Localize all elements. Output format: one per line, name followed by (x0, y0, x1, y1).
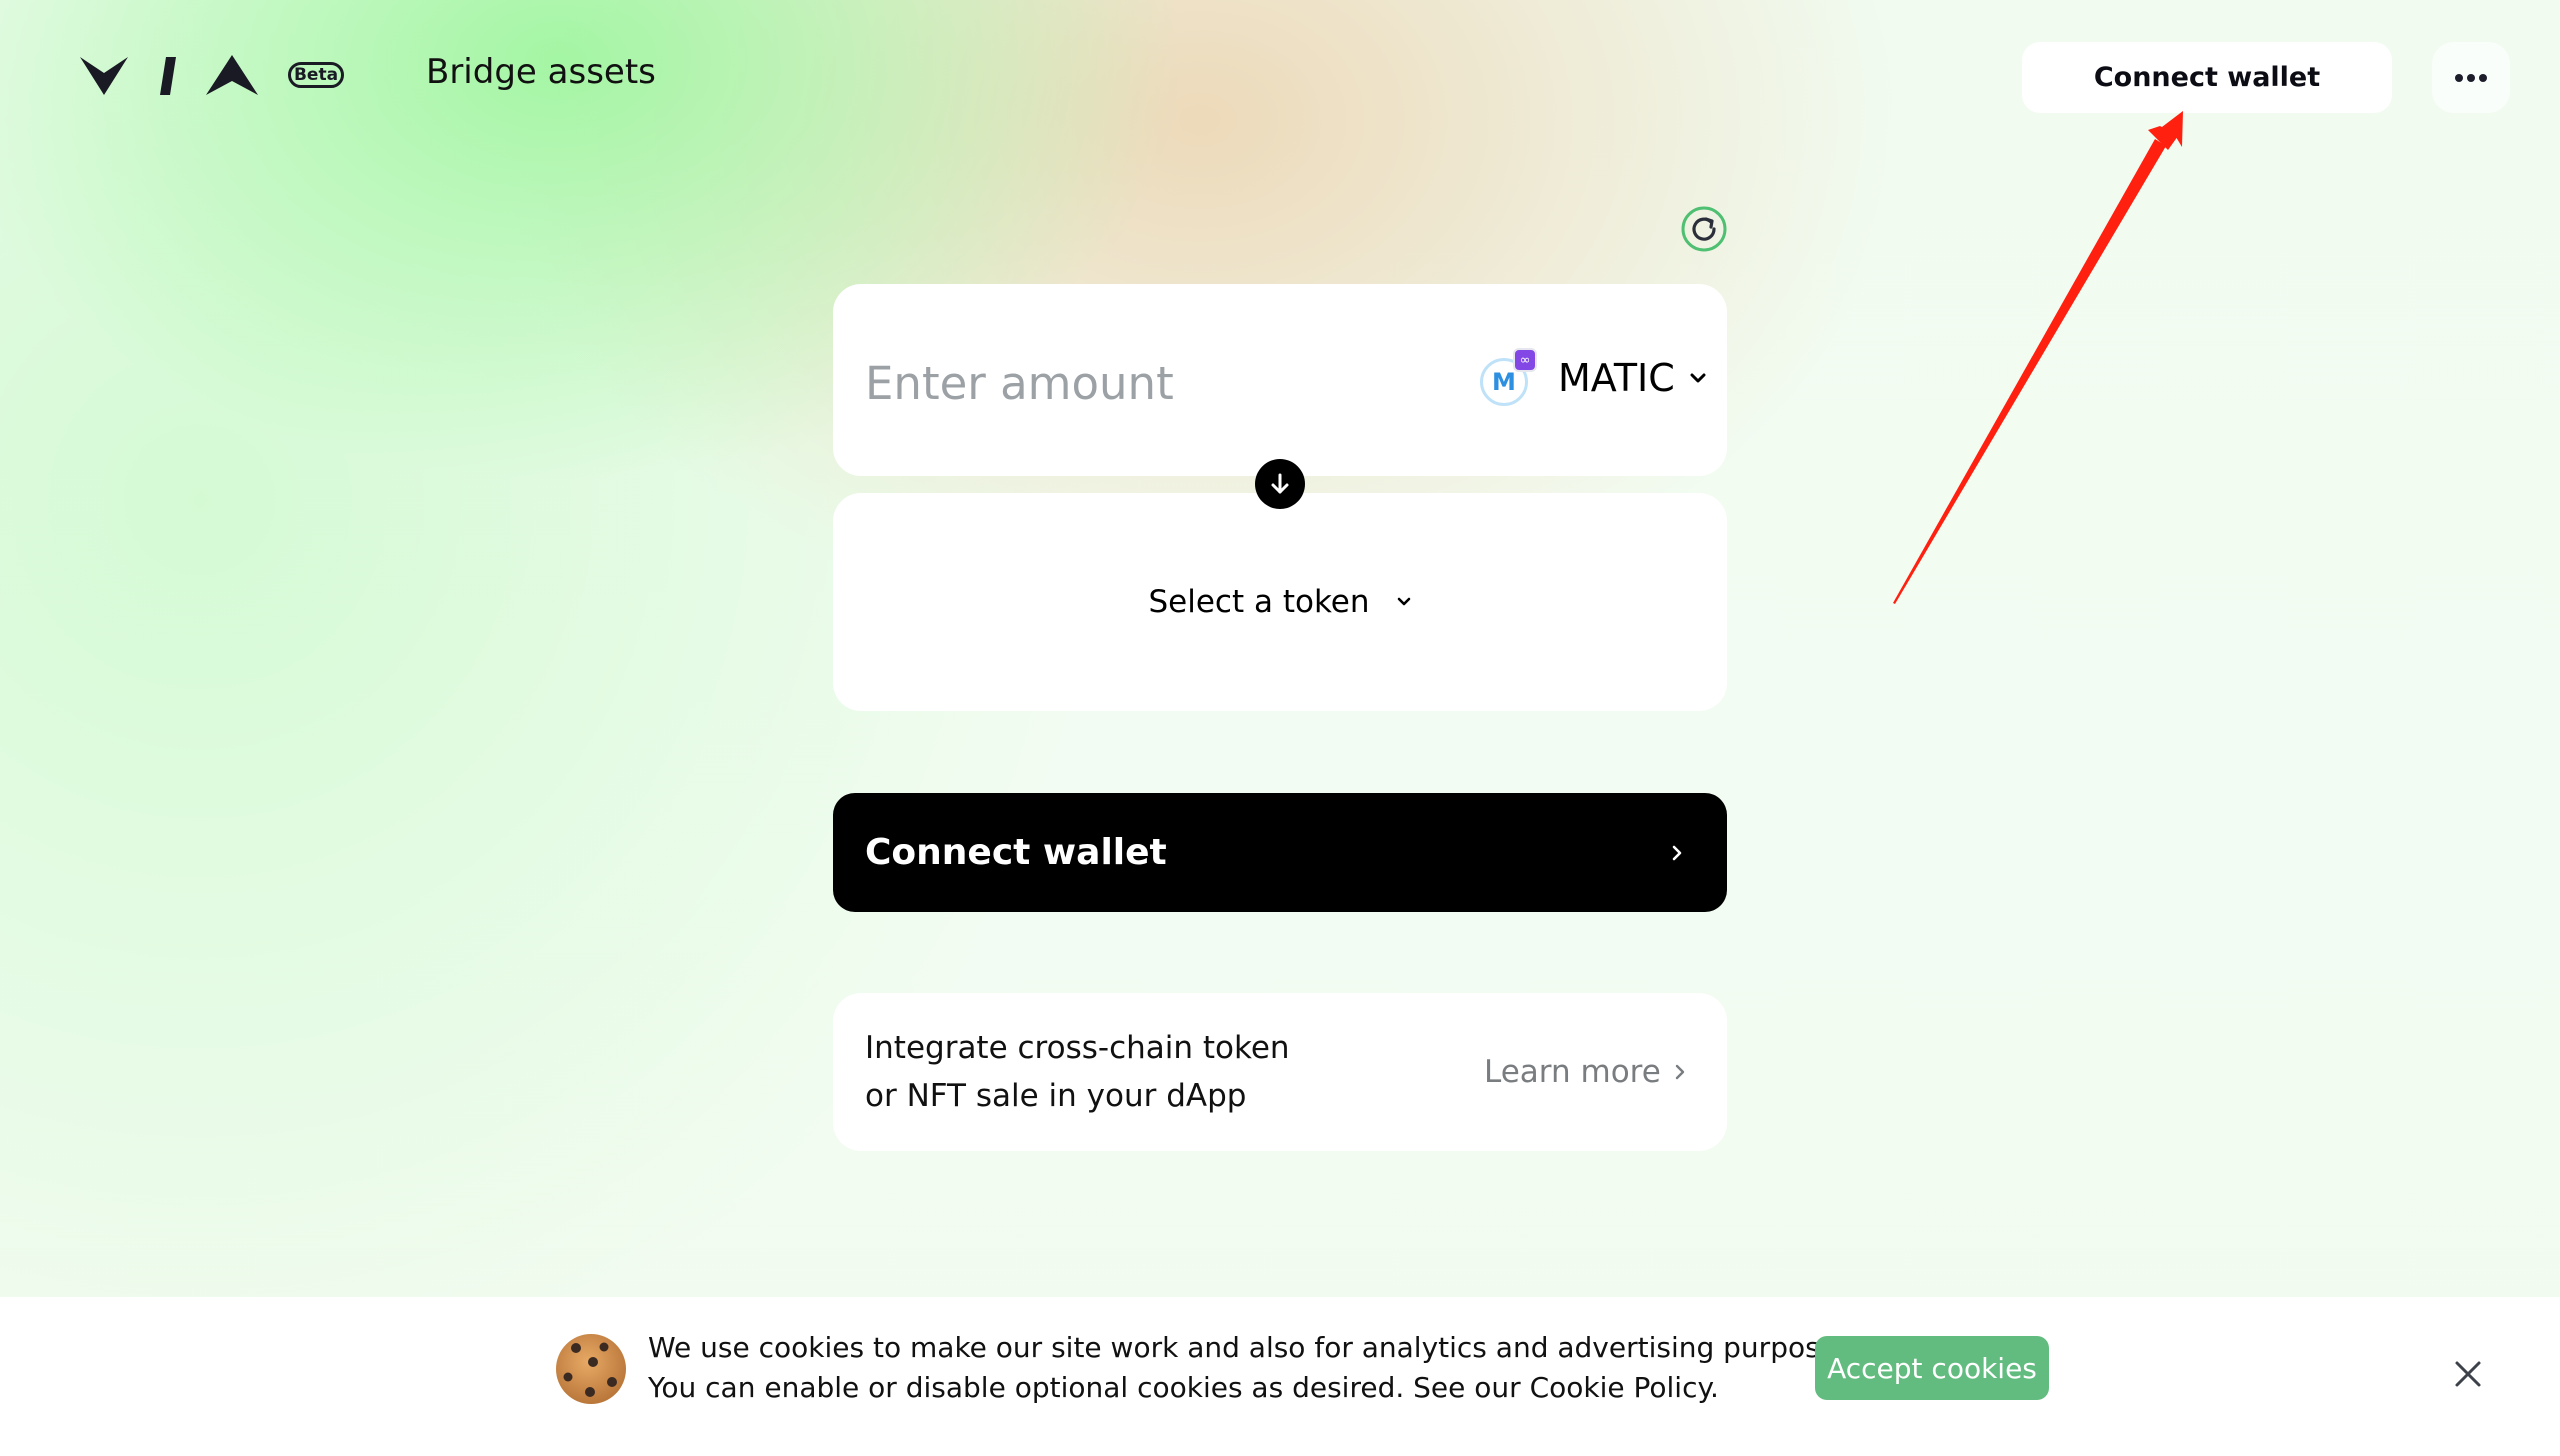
promo-line-2: or NFT sale in your dApp (865, 1078, 1247, 1114)
amount-input[interactable] (865, 350, 1425, 416)
accept-cookies-button[interactable]: Accept cookies (1815, 1336, 2049, 1400)
matic-token-icon: M ∞ (1480, 348, 1537, 406)
more-menu-button[interactable] (2432, 42, 2510, 113)
learn-more-label: Learn more (1484, 1054, 1661, 1090)
via-logo-icon (80, 55, 258, 95)
more-dot (2479, 73, 2487, 82)
annotation-arrow-head (2158, 111, 2183, 147)
more-horizontal-icon (2455, 73, 2463, 82)
learn-more-link[interactable]: Learn more (1484, 1054, 1685, 1090)
chevron-right-icon (1675, 1064, 1684, 1080)
cookie-message: We use cookies to make our site work and… (648, 1328, 1860, 1408)
from-token-selector[interactable]: M ∞ MATIC (1480, 338, 1707, 418)
promo-line-1: Integrate cross-chain token (865, 1030, 1290, 1066)
connect-wallet-button[interactable]: Connect wallet (833, 793, 1727, 912)
page-title: Bridge assets (426, 52, 656, 92)
cookie-line-1: We use cookies to make our site work and… (648, 1331, 1861, 1364)
refresh-button[interactable] (1680, 205, 1728, 253)
annotation-arrow-body (2148, 126, 2178, 150)
accept-cookies-label: Accept cookies (1827, 1351, 2037, 1385)
arrow-down-icon (1271, 473, 1289, 494)
from-token-symbol: MATIC (1558, 356, 1675, 400)
close-cookie-banner-button[interactable] (2452, 1358, 2484, 1390)
beta-badge: Beta (288, 62, 344, 88)
more-dot (2467, 73, 2475, 82)
polygon-chain-icon: ∞ (1513, 348, 1537, 372)
header-connect-wallet-button[interactable]: Connect wallet (2022, 42, 2392, 113)
header-connect-wallet-label: Connect wallet (2093, 62, 2321, 93)
via-logo[interactable] (80, 55, 280, 97)
annotation-arrow-shaft (1893, 139, 2166, 604)
cookie-icon (554, 1332, 628, 1406)
annotation-arrow (1893, 111, 2183, 604)
close-icon (2455, 1361, 2481, 1387)
chevron-down-icon (1690, 373, 1706, 383)
chevron-right-icon (1672, 845, 1682, 860)
switch-direction-button[interactable] (1255, 459, 1305, 509)
promo-text: Integrate cross-chain token or NFT sale … (865, 1024, 1290, 1120)
to-token-selector[interactable]: Select a token (833, 493, 1727, 711)
refresh-icon (1681, 206, 1727, 252)
cookie-line-2: You can enable or disable optional cooki… (648, 1371, 1719, 1404)
connect-wallet-label: Connect wallet (865, 832, 1167, 873)
select-token-label: Select a token (1148, 584, 1370, 620)
chevron-down-icon (1397, 597, 1410, 606)
